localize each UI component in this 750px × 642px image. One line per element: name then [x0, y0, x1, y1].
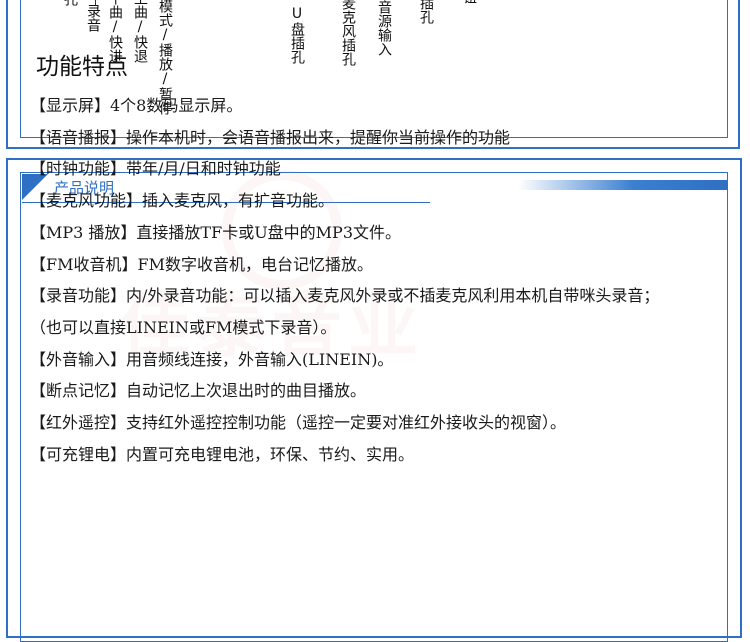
diagram-label-socket: 插孔 — [418, 0, 434, 24]
feature-resume-memory: 【断点记忆】自动记忆上次退出时的曲目播放。 — [30, 381, 367, 401]
feature-list: 【显示屏】4个8数码显示屏。 【语音播报】操作本机时，会语音播报出来，提醒你当前… — [30, 90, 659, 470]
feature-recording-note: （也可以直接LINEIN或FM模式下录音）。 — [30, 317, 337, 337]
diagram-label-mic-socket: 麦克风插孔 — [340, 0, 356, 66]
diagram-label-ext-audio-in: 部音源输入 — [376, 0, 392, 56]
feature-ir-remote: 【红外遥控】支持红外遥控控制功能（遥控一定要对准红外接收头的视窗）。 — [30, 413, 567, 433]
diagram-label-usb-socket: U盘插孔 — [289, 6, 305, 64]
feature-line-in: 【外音输入】用音频线连接，外音输入(LINEIN)。 — [30, 349, 394, 369]
feature-microphone: 【麦克风功能】插入麦克风，有扩音功能。 — [30, 191, 335, 211]
feature-display: 【显示屏】4个8数码显示屏。 — [30, 96, 243, 115]
diagram-label-prev-track: 上曲/快退 — [132, 0, 148, 63]
feature-mp3-playback: 【MP3 播放】直接播放TF卡或U盘中的MP3文件。 — [30, 222, 402, 242]
feature-voice-broadcast: 【语音播报】操作本机时，会语音播报出来，提醒你当前操作的功能 — [30, 127, 511, 147]
feature-clock: 【时钟功能】带年/月/日和时钟功能 — [30, 159, 281, 179]
feature-fm-radio: 【FM收音机】FM数字收音机，电台记忆播放。 — [30, 254, 373, 274]
section-title: 功能特点 — [36, 54, 128, 80]
diagram-label-button: 钮 — [461, 0, 477, 4]
diagram-label-record: 录音 — [85, 4, 101, 32]
feature-recording: 【录音功能】内/外录音功能：可以插入麦克风外录或不插麦克风利用本机自带咪头录音； — [30, 286, 660, 306]
feature-rechargeable-battery: 【可充锂电】内置可充电锂电池，环保、节约、实用。 — [30, 444, 415, 464]
diagram-label-hole: 孔 — [62, 0, 78, 6]
